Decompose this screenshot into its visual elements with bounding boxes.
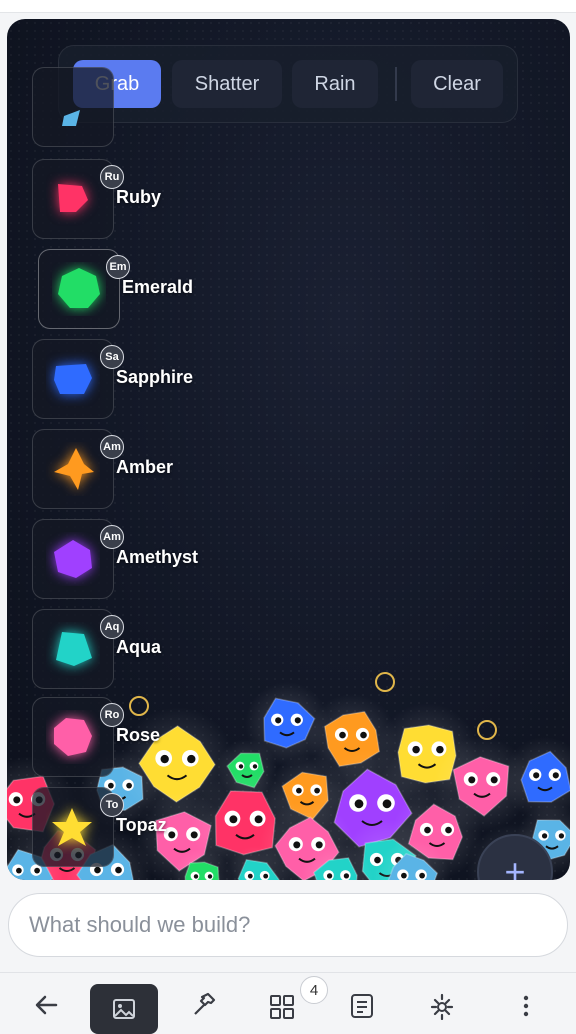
nav-divider xyxy=(0,972,576,973)
gem-item-amber[interactable]: Am Amber xyxy=(32,429,272,509)
gem-abbr-badge: Aq xyxy=(100,615,124,639)
gem-abbr-badge: Sa xyxy=(100,345,124,369)
game-canvas[interactable]: Grab Shatter Rain Clear Ru Ruby Em Emerald S… xyxy=(7,19,570,880)
gem-item-partial[interactable] xyxy=(32,67,272,147)
gem-item-aqua[interactable]: Aq Aqua xyxy=(32,609,272,689)
more-vertical-icon[interactable] xyxy=(506,985,546,1025)
tasks-count-badge: 4 xyxy=(300,976,328,1004)
gem-item-emerald[interactable]: Em Emerald xyxy=(38,249,278,329)
gem-icon xyxy=(58,268,100,308)
gem-abbr-badge: Em xyxy=(106,255,130,279)
gem-icon xyxy=(58,184,88,212)
gem-name-label: Amethyst xyxy=(116,547,199,567)
gem-item-topaz[interactable]: To Topaz xyxy=(32,787,272,867)
image-icon[interactable] xyxy=(90,984,158,1034)
gem-name-label: Topaz xyxy=(116,815,167,835)
gem-item-amethyst[interactable]: Am Amethyst xyxy=(32,519,272,599)
gem-abbr-badge: Ro xyxy=(100,703,124,727)
clear-button[interactable]: Clear xyxy=(411,60,503,108)
gem-card[interactable] xyxy=(32,67,114,147)
prompt-placeholder: What should we build? xyxy=(29,912,251,937)
gem-abbr-badge: To xyxy=(100,793,124,817)
gem-item-sapphire[interactable]: Sa Sapphire xyxy=(32,339,272,419)
gem-icon xyxy=(52,808,92,846)
grid-icon[interactable] xyxy=(262,985,302,1025)
gem-name-label: Amber xyxy=(116,457,174,477)
gem-item-ruby[interactable]: Ru Ruby xyxy=(32,159,272,239)
prompt-input[interactable]: What should we build? xyxy=(8,893,568,957)
gem-abbr-badge: Ru xyxy=(100,165,124,189)
gem-abbr-badge: Am xyxy=(100,435,124,459)
gem-icon xyxy=(62,110,80,126)
gem-icon xyxy=(54,364,92,394)
document-icon[interactable] xyxy=(342,985,382,1025)
gem-name-label: Aqua xyxy=(116,637,161,657)
back-arrow-icon[interactable] xyxy=(26,985,66,1025)
gem-name-label: Rose xyxy=(116,725,161,745)
gem-name-label: Ruby xyxy=(116,187,161,207)
gem-icon xyxy=(54,718,92,756)
gem-abbr-badge: Am xyxy=(100,525,124,549)
rain-button[interactable]: Rain xyxy=(292,60,378,108)
bubble-ring xyxy=(375,672,395,692)
plus-icon: + xyxy=(504,851,526,880)
gem-item-rose[interactable]: Ro Rose xyxy=(32,697,272,777)
gem-name-label: Emerald xyxy=(122,277,194,297)
gem-icon xyxy=(54,540,92,578)
toolbar-divider xyxy=(395,67,397,101)
hammer-icon[interactable] xyxy=(184,985,224,1025)
gem-icon xyxy=(54,448,94,490)
gear-icon[interactable] xyxy=(422,985,462,1025)
gem-name-label: Sapphire xyxy=(116,367,194,387)
gem-icon xyxy=(56,632,92,666)
top-bar xyxy=(0,0,576,13)
